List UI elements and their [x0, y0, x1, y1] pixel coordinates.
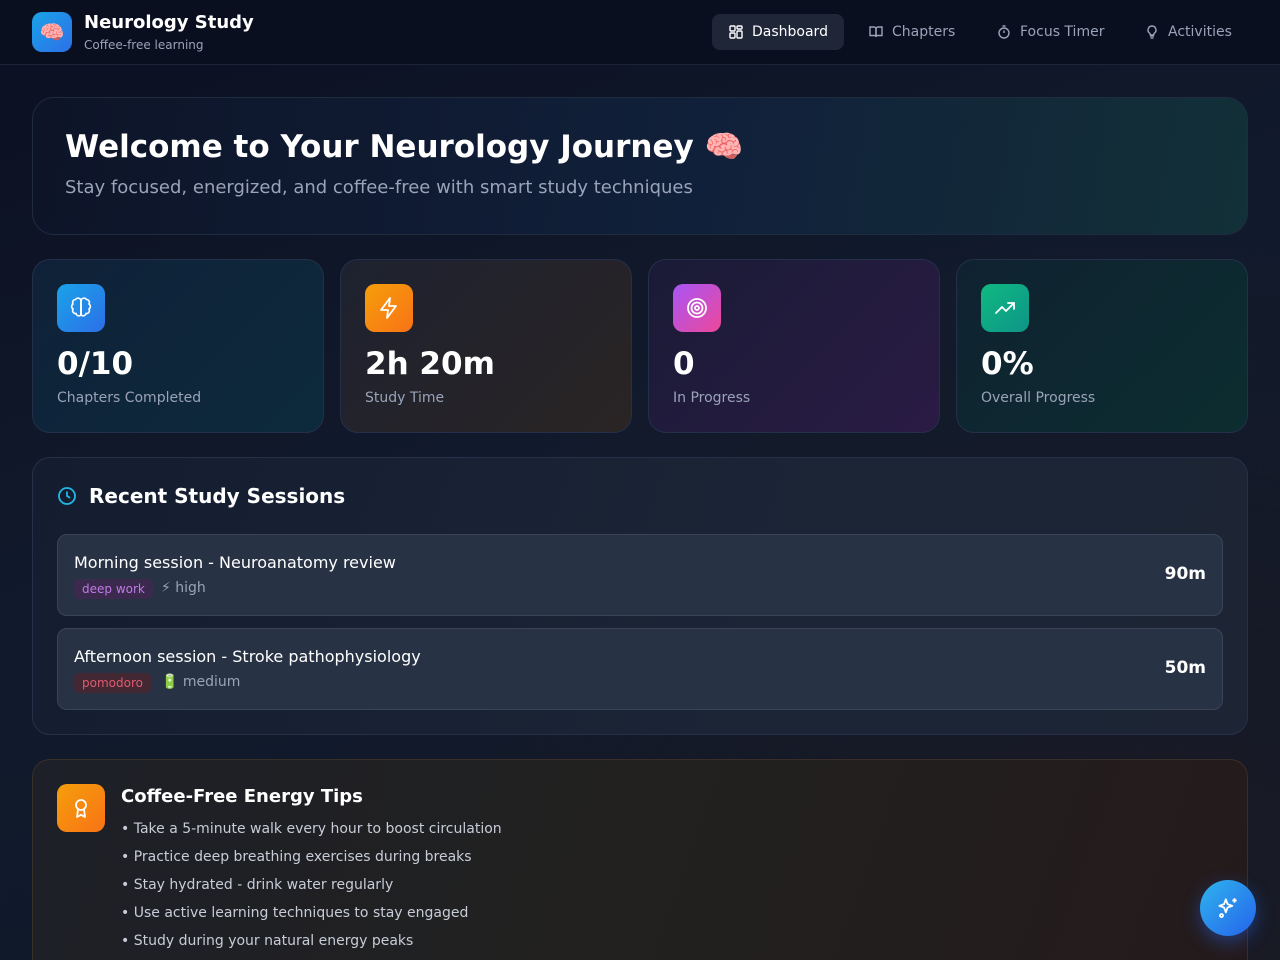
tip-item: • Stay hydrated - drink water regularly: [121, 877, 394, 893]
session-row[interactable]: Morning session - Neuroanatomy review de…: [57, 534, 1223, 616]
tip-item: • Practice deep breathing exercises duri…: [121, 849, 472, 865]
session-name: Morning session - Neuroanatomy review: [74, 553, 396, 572]
session-energy: ⚡ high: [161, 580, 206, 596]
grid-icon: [729, 25, 743, 39]
nav-label: Dashboard: [752, 24, 828, 40]
session-duration: 50m: [1164, 658, 1206, 678]
stat-label: In Progress: [673, 390, 751, 406]
stat-label: Overall Progress: [981, 390, 1096, 406]
app-title: Neurology Study: [84, 12, 254, 33]
stat-label: Chapters Completed: [57, 390, 202, 406]
stat-value: 0/10: [57, 346, 134, 382]
nav-label: Chapters: [892, 24, 956, 40]
nav-label: Activities: [1168, 24, 1232, 40]
timer-icon: [998, 25, 1010, 39]
panel-title: Recent Study Sessions: [89, 484, 346, 508]
session-energy: 🔋 medium: [161, 674, 241, 690]
nav-label: Focus Timer: [1020, 24, 1105, 40]
stat-value: 0%: [981, 346, 1034, 382]
ai-assistant-button[interactable]: [1200, 880, 1256, 936]
stat-card-in-progress[interactable]: 0 In Progress: [648, 259, 940, 433]
tip-item: • Use active learning techniques to stay…: [121, 905, 469, 921]
lightbulb-icon: [1147, 25, 1157, 39]
stat-card-chapters-completed[interactable]: 0/10 Chapters Completed: [32, 259, 324, 433]
welcome-subtitle: Stay focused, energized, and coffee-free…: [65, 177, 693, 198]
stat-value: 0: [673, 346, 695, 382]
session-tag: pomodoro: [74, 673, 151, 693]
stat-card-study-time[interactable]: 2h 20m Study Time: [340, 259, 632, 433]
award-icon: [57, 784, 105, 832]
app-subtitle: Coffee-free learning: [84, 38, 204, 52]
brain-icon: [57, 284, 105, 332]
session-row[interactable]: Afternoon session - Stroke pathophysiolo…: [57, 628, 1223, 710]
nav-chapters[interactable]: Chapters: [852, 14, 971, 50]
nav-activities[interactable]: Activities: [1128, 14, 1248, 50]
lightning-icon: [365, 284, 413, 332]
sparkles-icon: [1218, 898, 1237, 919]
target-icon: [673, 284, 721, 332]
nav-dashboard[interactable]: Dashboard: [712, 14, 844, 50]
book-icon: [869, 26, 883, 38]
session-duration: 90m: [1164, 564, 1206, 584]
welcome-title: Welcome to Your Neurology Journey 🧠: [65, 129, 744, 165]
session-tag: deep work: [74, 579, 153, 599]
tips-title: Coffee-Free Energy Tips: [121, 786, 363, 807]
stat-card-overall-progress[interactable]: 0% Overall Progress: [956, 259, 1248, 433]
clock-icon: [58, 487, 76, 505]
welcome-banner: Welcome to Your Neurology Journey 🧠 Stay…: [32, 97, 1248, 235]
stat-value: 2h 20m: [365, 346, 495, 382]
trending-up-icon: [981, 284, 1029, 332]
stat-label: Study Time: [365, 390, 445, 406]
tip-item: • Take a 5-minute walk every hour to boo…: [121, 821, 502, 837]
brain-logo-icon[interactable]: 🧠: [32, 12, 72, 52]
tip-item: • Study during your natural energy peaks: [121, 933, 414, 949]
nav-focus-timer[interactable]: Focus Timer: [980, 14, 1120, 50]
session-name: Afternoon session - Stroke pathophysiolo…: [74, 647, 421, 666]
